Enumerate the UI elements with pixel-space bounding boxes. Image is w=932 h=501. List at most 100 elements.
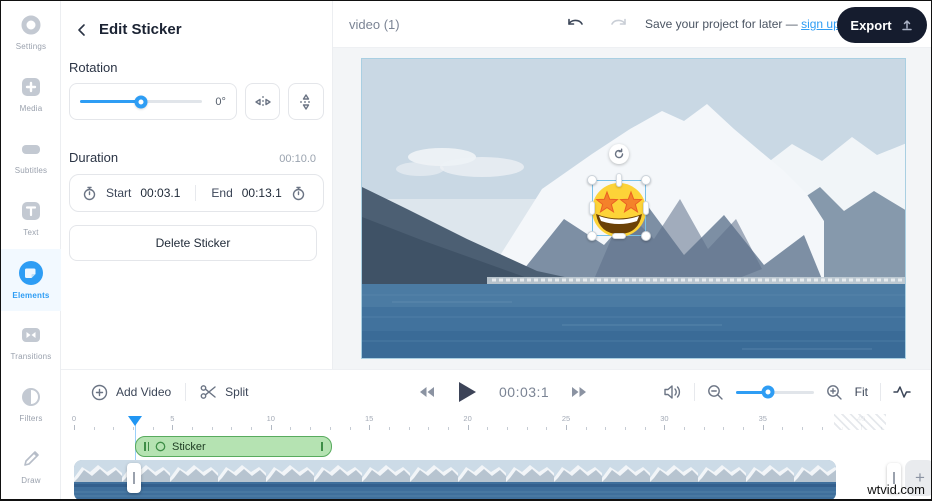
- add-media-icon: [22, 78, 40, 96]
- video-canvas[interactable]: [361, 58, 906, 359]
- video-thumbnail: [314, 460, 362, 499]
- top-resize-handle[interactable]: [616, 173, 622, 187]
- preview-area: [333, 48, 931, 369]
- stopwatch-icon: [83, 186, 96, 200]
- video-thumbnail: [218, 460, 266, 499]
- divider: [185, 383, 187, 401]
- sidebar-item-subtitles[interactable]: Subtitles: [1, 125, 61, 187]
- export-button[interactable]: Export: [837, 7, 927, 43]
- corner-handle-ne[interactable]: [641, 175, 651, 185]
- redo-icon[interactable]: [607, 16, 629, 32]
- rotation-label: Rotation: [69, 60, 118, 75]
- add-circle-icon: [91, 384, 108, 400]
- video-thumbnail: [170, 460, 218, 499]
- sidebar-item-filters[interactable]: Filters: [1, 373, 61, 435]
- timeline-ruler[interactable]: 0510152025303540: [61, 414, 931, 431]
- sidebar-item-settings[interactable]: Settings: [1, 1, 61, 63]
- flip-vertical-button[interactable]: [288, 83, 324, 120]
- flip-vertical-icon: [300, 93, 313, 110]
- video-thumbnail: [698, 460, 746, 499]
- watermark: wtvid.com: [867, 482, 925, 497]
- rotation-slider-fill: [80, 100, 141, 103]
- corner-handle-sw[interactable]: [587, 231, 597, 241]
- duration-box: Start 00:03.1 End 00:13.1: [69, 174, 324, 212]
- elements-sticker-icon: [19, 261, 43, 285]
- rotate-icon: [614, 148, 624, 159]
- fast-forward-icon[interactable]: [571, 386, 587, 398]
- zoom-out-icon[interactable]: [707, 384, 724, 401]
- sidebar-item-media[interactable]: Media: [1, 63, 61, 125]
- timeline-toolbar: Add Video Split 00:03:1 Fit: [61, 370, 931, 414]
- rotation-value: 0°: [215, 95, 226, 108]
- top-bar: video (1) Save your project for later — …: [333, 1, 931, 48]
- project-title[interactable]: video (1): [349, 17, 400, 32]
- duration-total: 00:10.0: [279, 153, 316, 165]
- sidebar-item-label: Filters: [19, 414, 43, 423]
- sidebar-item-label: Subtitles: [14, 166, 48, 175]
- duration-label: Duration: [69, 150, 119, 165]
- sidebar-item-text[interactable]: Text: [1, 187, 61, 249]
- sticker-clip[interactable]: Sticker: [135, 436, 332, 457]
- edit-sticker-panel: Edit Sticker Rotation 0° Duration 00:10.…: [61, 1, 333, 369]
- sidebar-item-transitions[interactable]: Transitions: [1, 311, 61, 373]
- sidebar-item-draw[interactable]: Draw: [1, 435, 61, 497]
- sidebar-item-elements[interactable]: Elements: [1, 249, 61, 311]
- timeline: Add Video Split 00:03:1 Fit 0 5 10 15 20…: [61, 369, 931, 499]
- end-time-value[interactable]: 00:13.1: [242, 186, 282, 200]
- rotate-handle[interactable]: [609, 144, 629, 164]
- timeline-zoom-slider[interactable]: [735, 385, 814, 399]
- sign-up-link[interactable]: sign up: [801, 17, 840, 31]
- zoom-in-icon[interactable]: [826, 384, 843, 401]
- video-thumbnail: [266, 460, 314, 499]
- rotation-slider[interactable]: [80, 95, 202, 108]
- pencil-icon: [24, 451, 39, 466]
- split-button[interactable]: Split: [200, 384, 249, 400]
- scissors-icon: [200, 385, 216, 399]
- add-video-label: Add Video: [116, 385, 172, 399]
- transitions-icon: [22, 328, 40, 342]
- start-time-value[interactable]: 00:03.1: [140, 186, 180, 200]
- back-chevron-icon[interactable]: [75, 23, 89, 37]
- video-clip-track[interactable]: [74, 460, 836, 499]
- subtitles-icon: [22, 145, 40, 154]
- right-resize-handle[interactable]: [643, 201, 649, 215]
- split-label: Split: [225, 385, 249, 399]
- fit-button[interactable]: Fit: [855, 385, 868, 399]
- rewind-icon[interactable]: [419, 386, 435, 398]
- video-left-trim-handle[interactable]: [127, 463, 141, 493]
- sidebar-item-label: Media: [19, 104, 43, 113]
- save-prompt-text: Save your project for later —: [645, 17, 798, 31]
- flip-horizontal-button[interactable]: [244, 83, 281, 120]
- waveform-icon[interactable]: [893, 385, 911, 399]
- sidebar-item-label: Elements: [12, 291, 50, 300]
- clip-right-trim-handle[interactable]: [321, 442, 323, 451]
- sidebar-item-partial[interactable]: [1, 497, 61, 499]
- divider: [693, 383, 695, 401]
- undo-icon[interactable]: [565, 16, 587, 32]
- gear-icon: [21, 15, 41, 35]
- sidebar-item-label: Draw: [21, 476, 41, 485]
- play-icon[interactable]: [457, 381, 477, 403]
- add-video-button[interactable]: Add Video: [91, 384, 171, 401]
- corner-handle-nw[interactable]: [587, 175, 597, 185]
- rotation-slider-thumb[interactable]: [134, 95, 148, 108]
- video-thumbnail: [458, 460, 506, 499]
- timeline-overflow-hatch: [833, 414, 886, 430]
- corner-handle-se[interactable]: [641, 231, 651, 241]
- bottom-resize-handle[interactable]: [612, 233, 626, 239]
- sticker-clip-icon: [155, 441, 166, 452]
- video-thumbnail: [794, 460, 836, 499]
- volume-icon[interactable]: [663, 384, 682, 400]
- delete-sticker-button[interactable]: Delete Sticker: [69, 225, 317, 261]
- sticker-selection[interactable]: [587, 144, 651, 241]
- export-label: Export: [850, 17, 892, 33]
- current-time: 00:03:1: [499, 384, 550, 400]
- playhead[interactable]: [128, 416, 142, 426]
- clip-left-trim-handle[interactable]: [144, 442, 149, 451]
- end-label: End: [211, 186, 233, 200]
- left-resize-handle[interactable]: [589, 201, 595, 215]
- filters-icon: [22, 388, 40, 406]
- video-thumbnail: [602, 460, 650, 499]
- zoom-slider-thumb[interactable]: [761, 385, 775, 399]
- flip-horizontal-icon: [255, 95, 271, 108]
